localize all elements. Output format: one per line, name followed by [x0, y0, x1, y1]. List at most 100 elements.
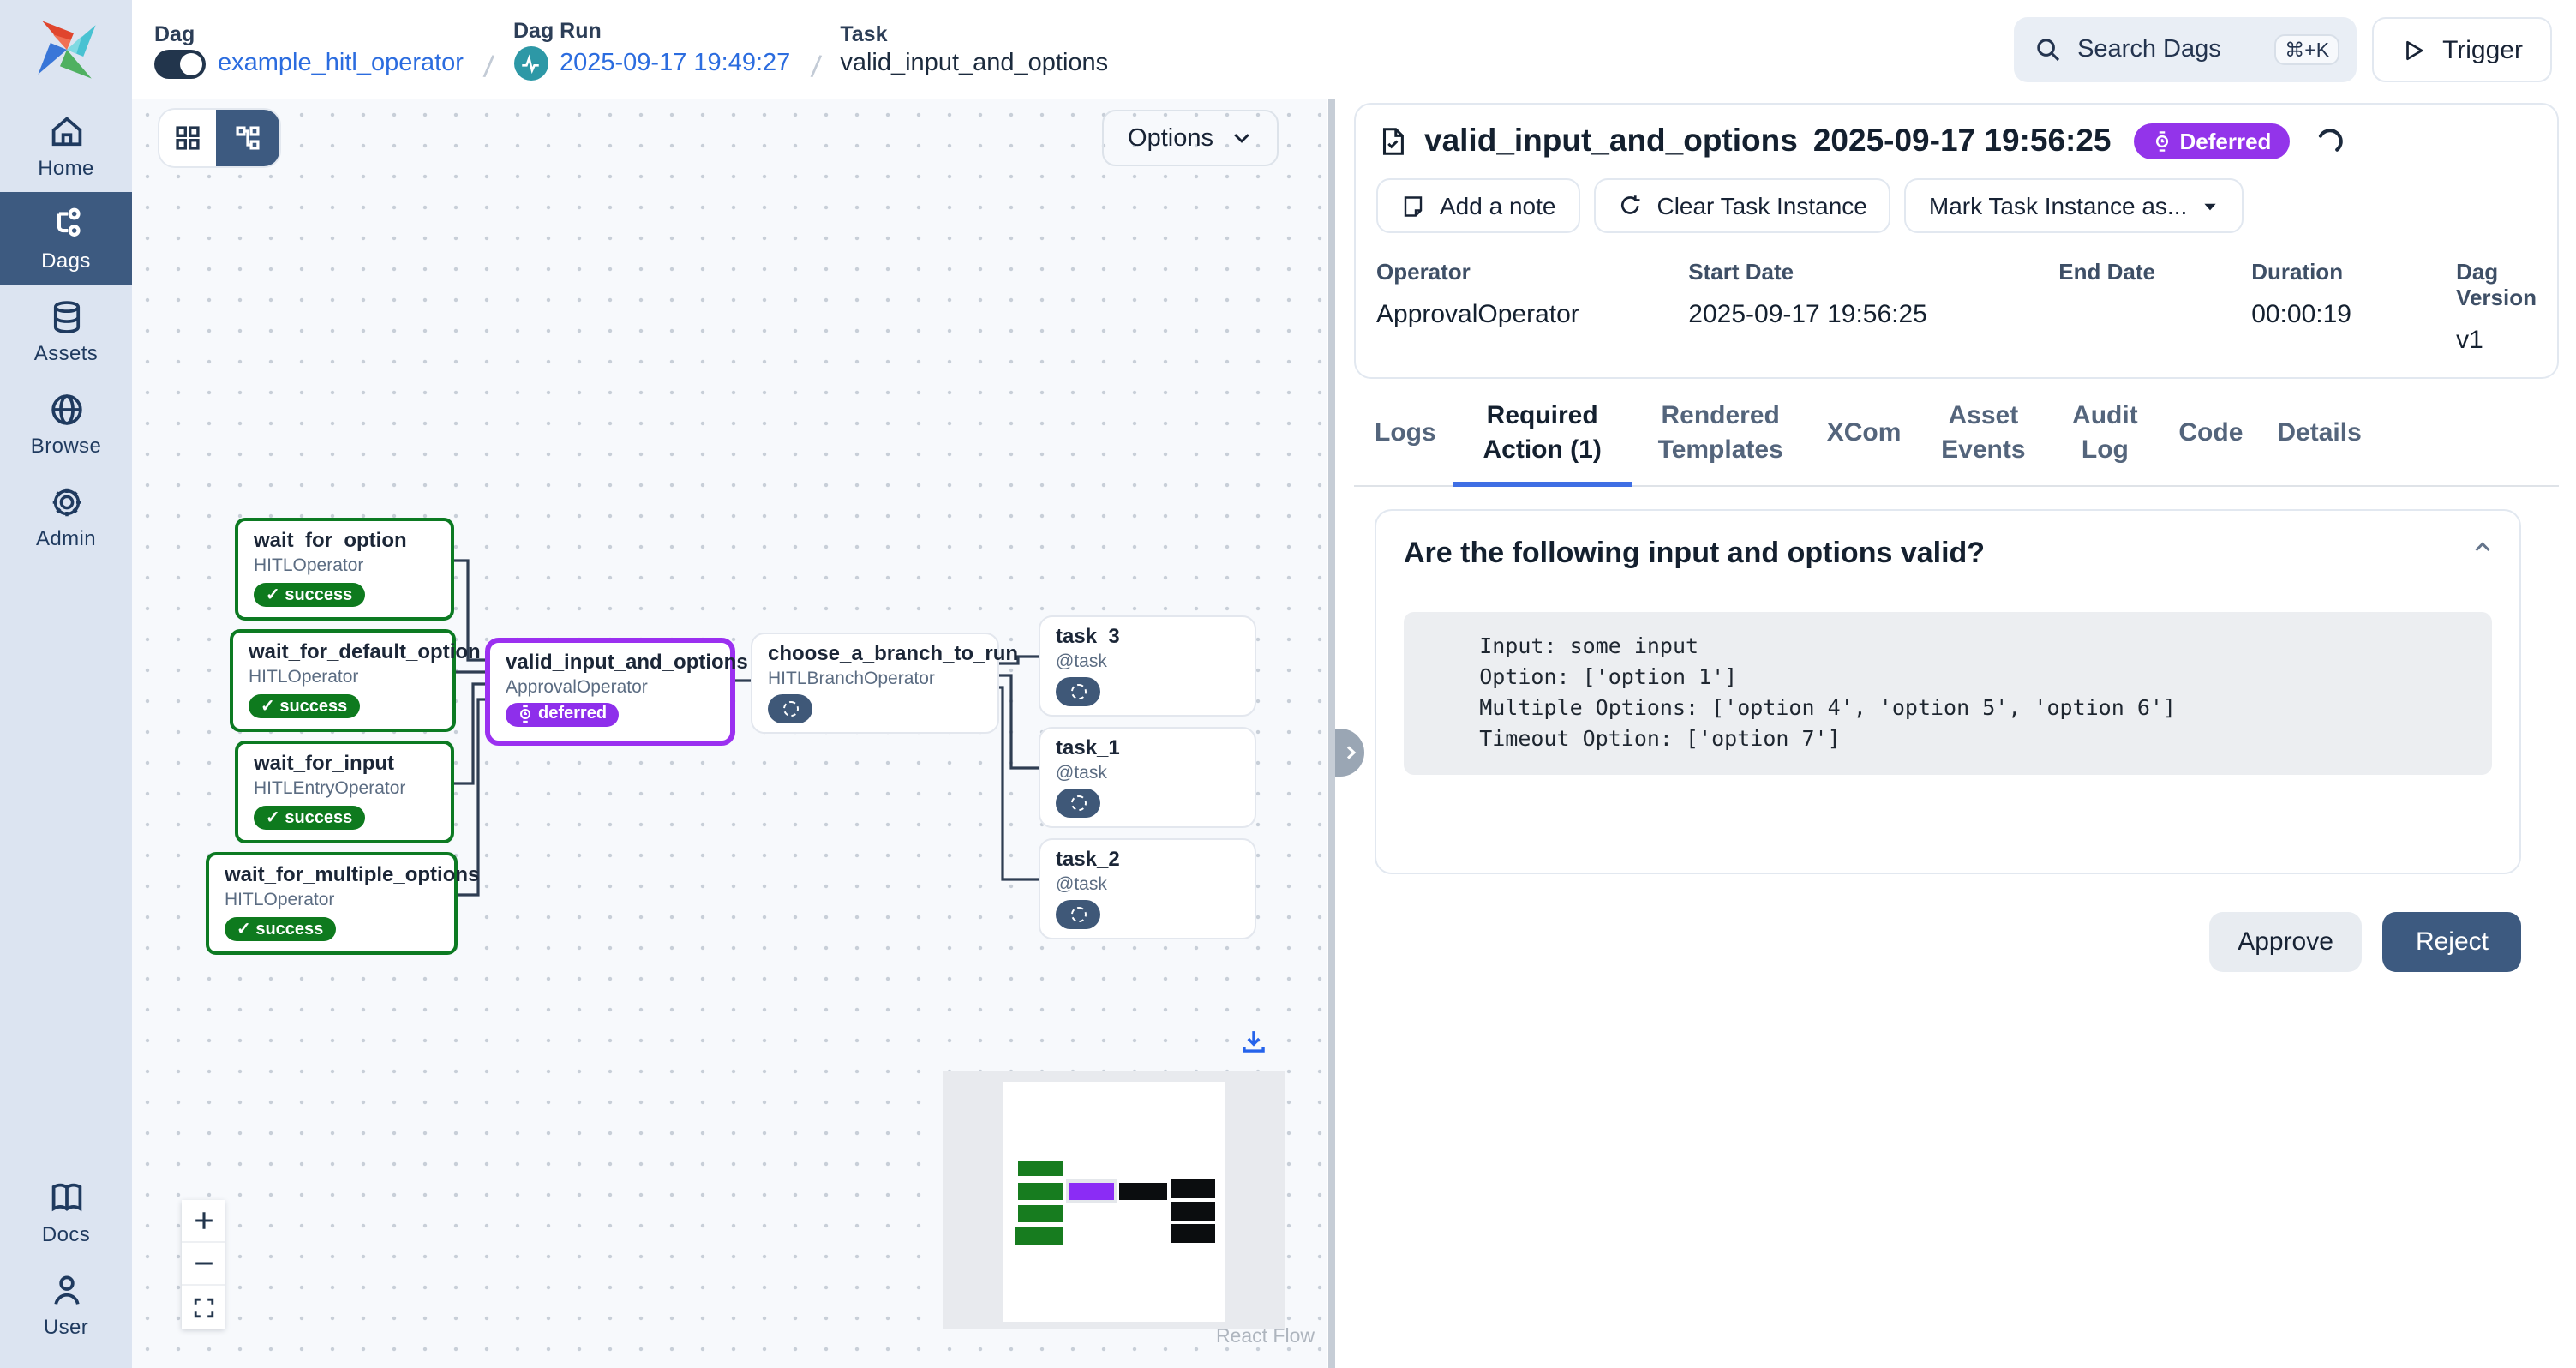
download-graph-button[interactable]: [1239, 1027, 1268, 1065]
panel-divider[interactable]: [1327, 99, 1337, 1368]
refresh-icon: [1617, 193, 1643, 219]
download-icon: [1239, 1027, 1268, 1056]
required-action-question: Are the following input and options vali…: [1404, 537, 2492, 571]
watch-icon: [2153, 129, 2172, 152]
minimap-node: [1015, 1227, 1063, 1245]
tab-asset-events[interactable]: Asset Events: [1918, 386, 2048, 487]
tab-details[interactable]: Details: [2260, 386, 2378, 487]
task-node-wait-for-multiple-options[interactable]: wait_for_multiple_options HITLOperator ✓…: [206, 852, 458, 954]
sidebar-item-label: User: [44, 1314, 88, 1338]
task-node-task-3[interactable]: task_3 @task: [1039, 615, 1256, 716]
grid-view-icon: [173, 123, 202, 153]
required-action-buttons: Approve Reject: [1354, 912, 2521, 972]
airflow-logo[interactable]: [0, 0, 132, 99]
status-badge: ✓ success: [225, 917, 335, 941]
status-badge: ✓ success: [249, 694, 359, 718]
clear-task-instance-button[interactable]: Clear Task Instance: [1593, 178, 1890, 233]
node-operator: HITLEntryOperator: [254, 778, 435, 800]
required-action-details-block: Input: some input Option: ['option 1'] M…: [1404, 612, 2492, 774]
tab-required-action[interactable]: Required Action (1): [1453, 386, 1632, 487]
note-icon: [1400, 193, 1426, 219]
minimap-node: [1018, 1205, 1063, 1222]
tab-logs[interactable]: Logs: [1357, 386, 1453, 487]
no-status-chip: [1056, 899, 1100, 928]
sidebar-item-home[interactable]: Home: [0, 99, 132, 192]
tab-audit-log[interactable]: Audit Log: [2048, 386, 2161, 487]
add-note-button[interactable]: Add a note: [1376, 178, 1579, 233]
node-title: task_1: [1056, 735, 1239, 761]
sidebar-item-user[interactable]: User: [0, 1258, 132, 1351]
dag-run-link[interactable]: 2025-09-17 19:49:27: [560, 50, 790, 77]
node-title: wait_for_default_option: [249, 639, 437, 665]
task-label: Task: [840, 22, 1108, 46]
graph-minimap[interactable]: [943, 1071, 1285, 1329]
dag-pause-toggle[interactable]: [154, 49, 206, 78]
home-icon: [47, 112, 85, 150]
status-badge: ✓ success: [254, 806, 364, 830]
node-operator: @task: [1056, 874, 1239, 896]
tab-rendered-templates[interactable]: Rendered Templates: [1632, 386, 1810, 487]
status-badge: ✓ success: [254, 583, 364, 607]
sidebar-item-dags[interactable]: Dags: [0, 192, 132, 285]
task-node-task-1[interactable]: task_1 @task: [1039, 727, 1256, 827]
task-doc-icon: [1376, 124, 1409, 157]
task-node-valid-input-and-options[interactable]: valid_input_and_options ApprovalOperator…: [485, 638, 735, 746]
sidebar-item-admin[interactable]: Admin: [0, 470, 132, 562]
add-note-label: Add a note: [1440, 192, 1555, 219]
grid-view-button[interactable]: [159, 110, 216, 166]
task-value: valid_input_and_options: [840, 50, 1108, 77]
admin-gear-icon: [47, 483, 85, 520]
dag-label: Dag: [154, 21, 464, 45]
task-meta-row: Operator ApprovalOperator Start Date 202…: [1376, 259, 2537, 357]
chevron-up-icon: [2470, 535, 2495, 561]
fit-view-icon: [191, 1295, 215, 1319]
task-tabs: Logs Required Action (1) Rendered Templa…: [1354, 386, 2559, 487]
node-title: choose_a_branch_to_run: [768, 641, 982, 667]
task-node-task-2[interactable]: task_2 @task: [1039, 838, 1256, 939]
mark-as-label: Mark Task Instance as...: [1929, 192, 2187, 219]
sidebar-item-assets[interactable]: Assets: [0, 285, 132, 377]
tab-xcom[interactable]: XCom: [1810, 386, 1919, 487]
collapse-card-button[interactable]: [2470, 535, 2495, 569]
task-node-wait-for-input[interactable]: wait_for_input HITLEntryOperator ✓ succe…: [235, 741, 454, 843]
breadcrumb-dag: Dag example_hitl_operator: [154, 21, 464, 78]
task-node-choose-a-branch-to-run[interactable]: choose_a_branch_to_run HITLBranchOperato…: [751, 633, 999, 733]
zoom-out-button[interactable]: [182, 1243, 225, 1286]
browse-globe-icon: [47, 390, 85, 428]
app: Home Dags Assets Browse: [0, 0, 2576, 1368]
tab-code[interactable]: Code: [2161, 386, 2260, 487]
node-operator: HITLOperator: [254, 555, 435, 577]
sidebar-item-label: Home: [38, 155, 94, 179]
sidebar-item-docs[interactable]: Docs: [0, 1166, 132, 1258]
end-date-value: [2058, 300, 2251, 331]
mark-task-instance-as-button[interactable]: Mark Task Instance as...: [1905, 178, 2244, 233]
search-shortcut-kbd: ⌘+K: [2274, 34, 2339, 65]
reject-button[interactable]: Reject: [2383, 912, 2521, 972]
zoom-in-button[interactable]: [182, 1200, 225, 1243]
dag-link[interactable]: example_hitl_operator: [218, 50, 464, 77]
meta-start-date: Start Date 2025-09-17 19:56:25: [1688, 259, 2058, 357]
view-toggle: [159, 110, 279, 166]
graph-options-button[interactable]: Options: [1102, 110, 1279, 166]
sidebar-item-browse[interactable]: Browse: [0, 377, 132, 470]
chevron-down-icon: [1231, 127, 1253, 149]
sidebar-spacer: [0, 562, 132, 1166]
trigger-button[interactable]: Trigger: [2372, 17, 2552, 82]
user-icon: [47, 1271, 85, 1309]
node-title: task_3: [1056, 624, 1239, 650]
breadcrumb-dag-run: Dag Run 2025-09-17 19:49:27: [513, 19, 790, 81]
fit-view-button[interactable]: [182, 1286, 225, 1329]
task-node-wait-for-default-option[interactable]: wait_for_default_option HITLOperator ✓ s…: [230, 629, 456, 731]
minimap-node: [1018, 1161, 1063, 1176]
minimap-node-selected: [1069, 1183, 1114, 1200]
minimap-node: [1171, 1224, 1215, 1243]
node-title: wait_for_multiple_options: [225, 862, 439, 888]
meta-operator: Operator ApprovalOperator: [1376, 259, 1688, 357]
task-node-wait-for-option[interactable]: wait_for_option HITLOperator ✓ success: [235, 518, 454, 620]
search-dags-box[interactable]: Search Dags ⌘+K: [2014, 17, 2357, 82]
approve-button[interactable]: Approve: [2208, 912, 2363, 972]
meta-dag-version: Dag Version v1: [2456, 259, 2537, 357]
caret-down-icon: [2201, 196, 2220, 215]
trigger-label: Trigger: [2442, 35, 2523, 64]
graph-view-button[interactable]: [216, 110, 279, 166]
